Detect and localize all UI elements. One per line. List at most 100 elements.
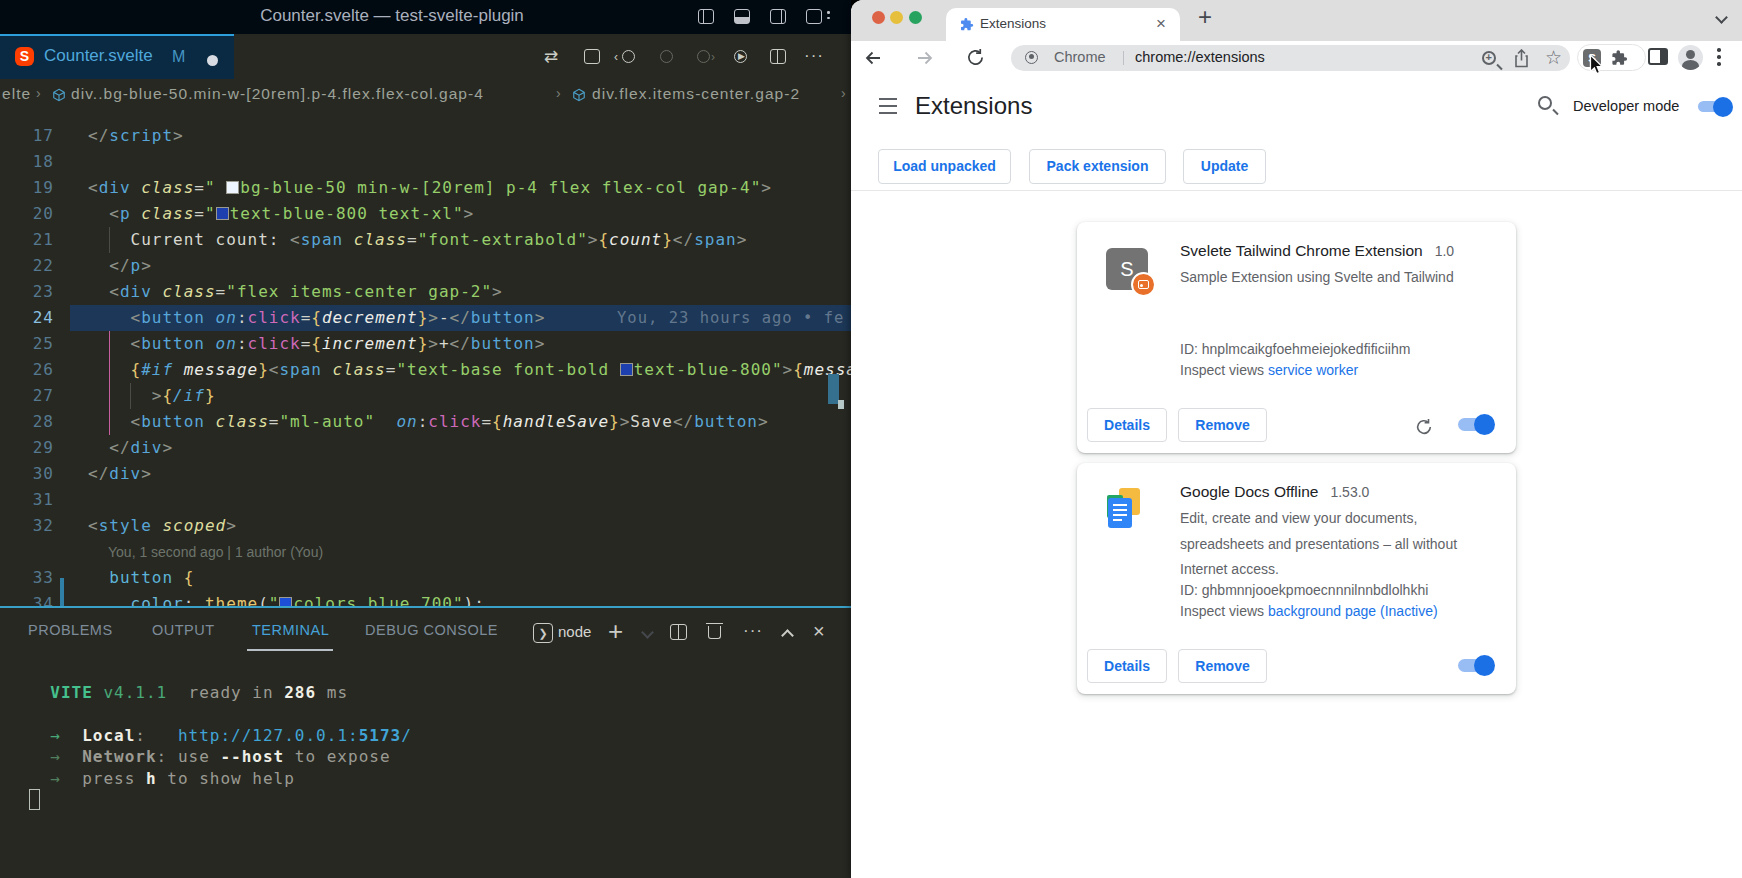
breadcrumb-item-div1[interactable]: div..bg-blue-50.min-w-[20rem].p-4.flex.f… bbox=[71, 85, 484, 103]
side-panel-icon[interactable] bbox=[1648, 48, 1668, 65]
breadcrumb-item-file[interactable]: elte bbox=[2, 85, 31, 103]
nav-circle-icon[interactable] bbox=[660, 50, 673, 63]
code-line-34[interactable]: 34 color: theme("colors.blue.700"); bbox=[0, 591, 851, 606]
line-number: 24 bbox=[0, 305, 54, 331]
extensions-puzzle-icon[interactable] bbox=[1610, 49, 1628, 67]
pack-extension-button[interactable]: Pack extension bbox=[1029, 149, 1166, 184]
code-line-33[interactable]: 33 button { bbox=[0, 565, 851, 591]
extension-toggle[interactable] bbox=[1458, 659, 1494, 672]
google-docs-icon bbox=[1107, 488, 1143, 528]
toggle-panel-icon[interactable] bbox=[734, 9, 750, 24]
back-icon[interactable] bbox=[864, 49, 882, 67]
chrome-toolbar: Chrome chrome://extensions + ☆ S bbox=[851, 41, 1742, 76]
line-number: 34 bbox=[0, 591, 54, 606]
zoom-icon[interactable]: + bbox=[1482, 51, 1496, 65]
details-button[interactable]: Details bbox=[1087, 649, 1167, 683]
code-line-31[interactable]: 31 bbox=[0, 487, 851, 513]
tab-counter-svelte[interactable]: S Counter.svelte M bbox=[0, 34, 234, 79]
mac-zoom-button[interactable] bbox=[909, 11, 922, 24]
toggle-secondary-sidebar-icon[interactable] bbox=[770, 9, 786, 24]
toggle-primary-sidebar-icon[interactable] bbox=[698, 9, 714, 24]
forward-icon[interactable] bbox=[916, 49, 934, 67]
code-line-24[interactable]: 24 <button on:click={decrement}>-</butto… bbox=[0, 305, 851, 331]
color-swatch bbox=[226, 181, 239, 194]
load-unpacked-button[interactable]: Load unpacked bbox=[878, 149, 1011, 184]
line-number: 20 bbox=[0, 201, 54, 227]
extensions-menu-icon[interactable] bbox=[879, 98, 897, 119]
open-changes-icon[interactable] bbox=[584, 49, 600, 64]
site-info-icon[interactable] bbox=[1025, 51, 1038, 64]
chrome-menu-icon[interactable] bbox=[1717, 48, 1721, 69]
code-line-18[interactable]: 18 bbox=[0, 149, 851, 175]
breadcrumb-chevron-icon: › bbox=[841, 85, 847, 101]
nav-back-icon[interactable]: ‹ bbox=[622, 50, 635, 63]
line-number: 27 bbox=[0, 383, 54, 409]
symbol-cube-icon bbox=[572, 88, 586, 102]
puzzle-favicon bbox=[959, 17, 974, 32]
inspect-views: Inspect views background page (Inactive) bbox=[1180, 603, 1438, 619]
customize-layout-icon[interactable] bbox=[806, 9, 822, 24]
code-line-26[interactable]: 26 {#if message}<span class="text-base f… bbox=[0, 357, 851, 383]
code-line-25[interactable]: 25 <button on:click={increment}>+</butto… bbox=[0, 331, 851, 357]
code-line-19[interactable]: 19<div class=" bg-blue-50 min-w-[20rem] … bbox=[0, 175, 851, 201]
extension-toggle[interactable] bbox=[1458, 418, 1494, 431]
service-worker-link[interactable]: service worker bbox=[1268, 362, 1358, 378]
extension-name: Google Docs Offline1.53.0 bbox=[1180, 483, 1369, 501]
mac-close-button[interactable] bbox=[872, 11, 885, 24]
line-number: 32 bbox=[0, 513, 54, 539]
mac-minimize-button[interactable] bbox=[890, 11, 903, 24]
reload-extension-icon[interactable] bbox=[1415, 418, 1433, 436]
line-number: 19 bbox=[0, 175, 54, 201]
code-line-21[interactable]: 21 Current count: <span class="font-extr… bbox=[0, 227, 851, 253]
editor-more-actions-icon[interactable]: ··· bbox=[804, 46, 824, 66]
details-button[interactable]: Details bbox=[1087, 408, 1167, 442]
vscode-window: Counter.svelte — test-svelte-plugin S Co… bbox=[0, 0, 851, 878]
reload-icon[interactable] bbox=[966, 48, 985, 67]
code-line-17[interactable]: 17</script> bbox=[0, 123, 851, 149]
share-icon[interactable] bbox=[1513, 49, 1530, 68]
extension-card-svelte: S Svelete Tailwind Chrome Extension1.0 S… bbox=[1077, 222, 1516, 453]
search-icon[interactable] bbox=[1538, 96, 1552, 110]
terminal-output[interactable]: VITE v4.1.1 ready in 286 ms → Local: htt… bbox=[0, 608, 851, 878]
remove-button[interactable]: Remove bbox=[1178, 649, 1267, 683]
split-editor-icon[interactable] bbox=[770, 49, 786, 64]
code-editor[interactable]: 17</script>1819<div class=" bg-blue-50 m… bbox=[0, 110, 851, 606]
nav-forward-icon[interactable]: › bbox=[697, 50, 710, 63]
update-button[interactable]: Update bbox=[1183, 149, 1266, 184]
tab-search-chevron-icon[interactable] bbox=[1715, 11, 1728, 24]
breadcrumb: elte › div..bg-blue-50.min-w-[20rem].p-4… bbox=[0, 79, 851, 110]
omnibox-url[interactable]: chrome://extensions bbox=[1135, 49, 1265, 65]
git-lens-annotation[interactable]: You, 1 second ago | 1 author (You) bbox=[0, 539, 851, 565]
compare-changes-icon[interactable]: ⇄ bbox=[544, 46, 558, 67]
chrome-tab-strip: Extensions × + bbox=[851, 0, 1742, 41]
line-number: 33 bbox=[0, 565, 54, 591]
code-line-22[interactable]: 22 </p> bbox=[0, 253, 851, 279]
terminal-line-0: VITE v4.1.1 ready in 286 ms bbox=[29, 682, 348, 703]
omnibox[interactable]: Chrome chrome://extensions + ☆ bbox=[1011, 45, 1570, 71]
profile-avatar[interactable] bbox=[1678, 45, 1703, 70]
new-tab-button[interactable]: + bbox=[1198, 3, 1212, 31]
code-line-30[interactable]: 30</div> bbox=[0, 461, 851, 487]
terminal-cursor bbox=[29, 789, 40, 810]
bookmark-star-icon[interactable]: ☆ bbox=[1545, 46, 1562, 69]
breadcrumb-item-div2[interactable]: div.flex.items-center.gap-2 bbox=[592, 85, 800, 103]
line-number: 26 bbox=[0, 357, 54, 383]
tab-close-icon[interactable]: × bbox=[1156, 14, 1166, 34]
code-line-28[interactable]: 28 <button class="ml-auto" on:click={han… bbox=[0, 409, 851, 435]
remove-button[interactable]: Remove bbox=[1178, 408, 1267, 442]
code-line-20[interactable]: 20 <p class="text-blue-800 text-xl"> bbox=[0, 201, 851, 227]
run-icon[interactable]: ▶ bbox=[734, 50, 747, 63]
code-line-29[interactable]: 29 </div> bbox=[0, 435, 851, 461]
unsaved-dot-icon[interactable] bbox=[207, 55, 218, 66]
extension-id: ID: ghbmnnjooekpmoecnnnilnnbdlolhkhi bbox=[1180, 582, 1428, 598]
browser-tab-extensions[interactable]: Extensions × bbox=[946, 8, 1180, 41]
background-page-link[interactable]: background page (Inactive) bbox=[1268, 603, 1438, 619]
code-line-27[interactable]: 27 >{/if} bbox=[0, 383, 851, 409]
mouse-cursor bbox=[1589, 54, 1605, 78]
code-line-32[interactable]: 32<style scoped> bbox=[0, 513, 851, 539]
developer-mode-toggle[interactable] bbox=[1698, 101, 1732, 112]
symbol-cube-icon bbox=[52, 88, 66, 102]
omnibox-separator bbox=[1123, 51, 1124, 65]
layout-dots-icon[interactable] bbox=[827, 11, 830, 22]
code-line-23[interactable]: 23 <div class="flex items-center gap-2"> bbox=[0, 279, 851, 305]
